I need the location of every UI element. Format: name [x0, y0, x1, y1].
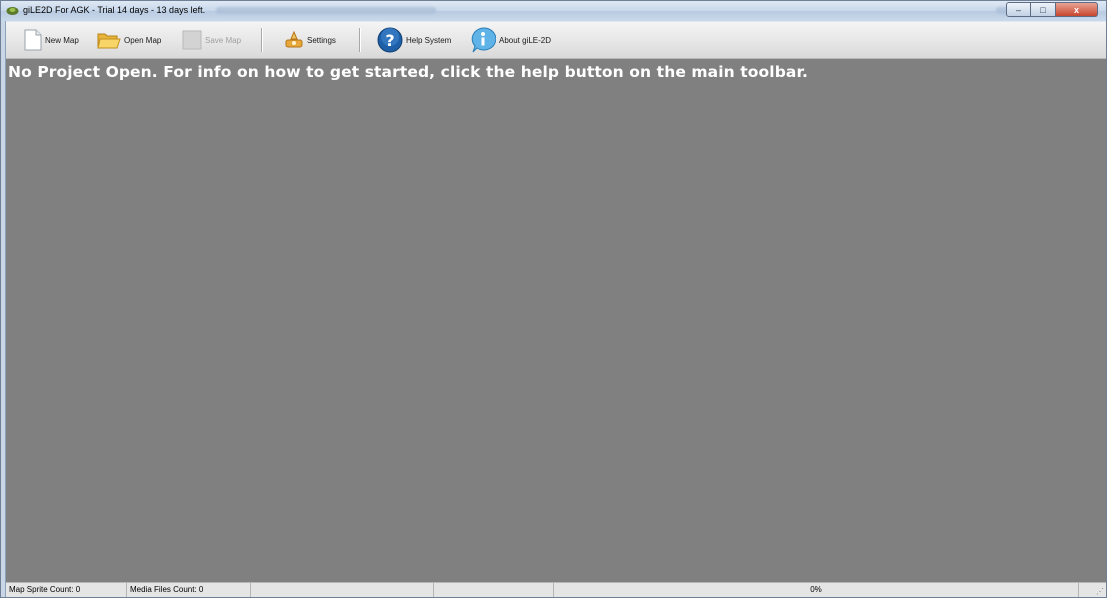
document-icon	[24, 29, 42, 51]
svg-text:?: ?	[385, 31, 394, 50]
toolbar-separator	[261, 28, 263, 52]
new-map-label: New Map	[45, 35, 79, 45]
title-bar[interactable]: giLE2D For AGK - Trial 14 days - 13 days…	[1, 1, 1106, 21]
minimize-button[interactable]: –	[1006, 2, 1031, 17]
help-system-label: Help System	[406, 35, 452, 45]
save-map-button[interactable]: Save Map	[182, 22, 241, 58]
status-bar: Map Sprite Count: 0 Media Files Count: 0…	[6, 582, 1106, 597]
no-project-message: No Project Open. For info on how to get …	[8, 63, 808, 81]
progress-panel: 0%	[554, 583, 1079, 597]
status-panel-empty	[434, 583, 554, 597]
window-controls: – □ x	[1006, 2, 1098, 17]
media-count-text: Media Files Count: 0	[130, 585, 204, 594]
new-map-button[interactable]: New Map	[24, 22, 79, 58]
info-icon	[471, 27, 496, 53]
title-bar-blur	[216, 7, 436, 14]
main-toolbar: New Map Open Map Save Map Settings ? Hel…	[6, 22, 1106, 59]
folder-open-icon	[97, 33, 121, 49]
minimize-icon: –	[1015, 4, 1021, 15]
settings-button[interactable]: Settings	[284, 22, 336, 58]
help-system-button[interactable]: ? Help System	[377, 22, 451, 58]
sprite-count-text: Map Sprite Count: 0	[9, 585, 81, 594]
close-icon: x	[1073, 4, 1079, 15]
help-icon: ?	[377, 27, 403, 53]
progress-text: 0%	[810, 585, 822, 594]
maximize-button[interactable]: □	[1031, 2, 1056, 17]
app-logo-icon	[6, 7, 19, 15]
save-map-label: Save Map	[205, 35, 242, 45]
about-label: About giLE-2D	[499, 35, 552, 45]
toolbar-separator	[359, 28, 361, 52]
about-button[interactable]: About giLE-2D	[470, 22, 551, 58]
open-map-button[interactable]: Open Map	[97, 22, 161, 58]
save-icon	[182, 30, 202, 50]
app-window: giLE2D For AGK - Trial 14 days - 13 days…	[0, 0, 1107, 598]
media-count-panel: Media Files Count: 0	[127, 583, 251, 597]
resize-grip-icon[interactable]: ⋰	[1096, 587, 1104, 596]
settings-icon	[285, 30, 303, 48]
close-button[interactable]: x	[1056, 2, 1098, 17]
open-map-label: Open Map	[124, 35, 162, 45]
sprite-count-panel: Map Sprite Count: 0	[6, 583, 127, 597]
window-title: giLE2D For AGK - Trial 14 days - 13 days…	[23, 5, 206, 15]
status-panel-empty	[251, 583, 434, 597]
maximize-icon: □	[1040, 4, 1046, 15]
map-editor-area[interactable]: No Project Open. For info on how to get …	[6, 59, 1106, 583]
settings-label: Settings	[307, 35, 336, 45]
